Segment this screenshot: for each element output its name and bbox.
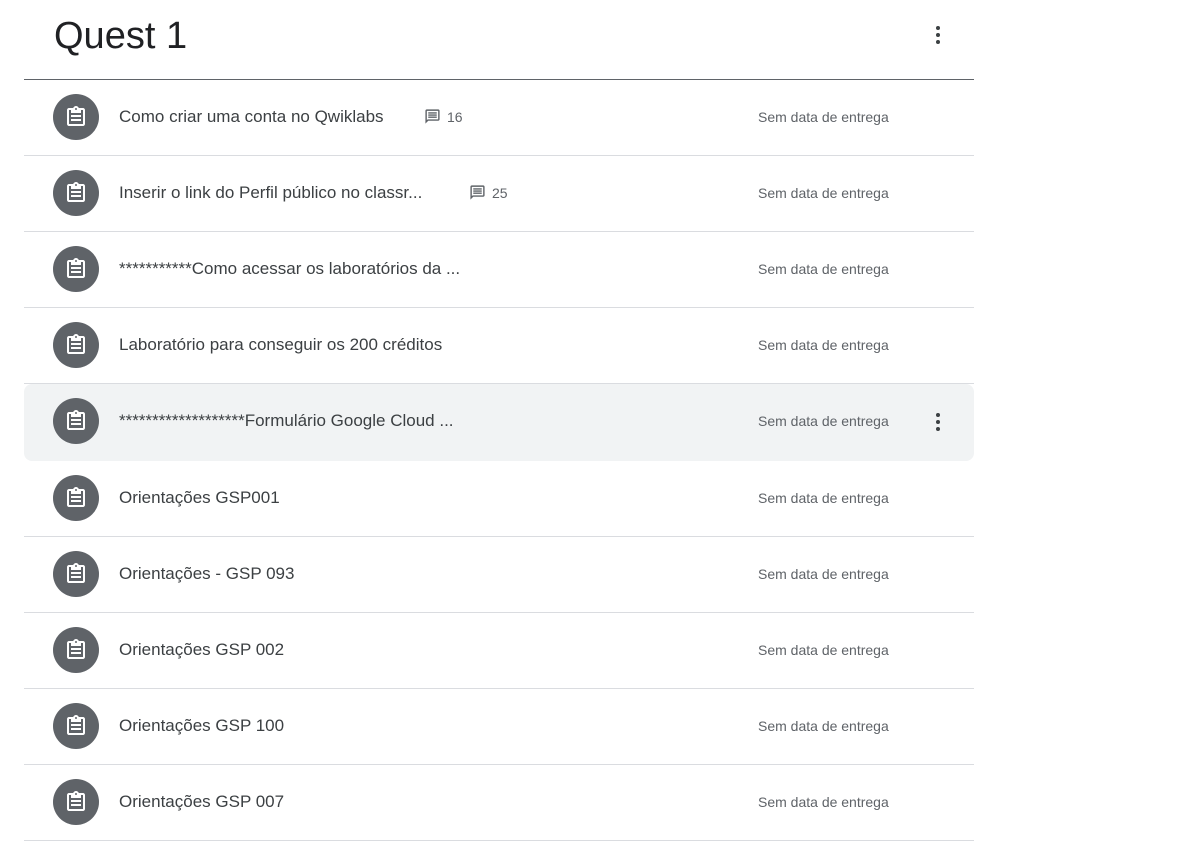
list-item[interactable]: Orientações GSP001 Sem data de entrega [24,461,974,537]
list-item[interactable]: Orientações - GSP 093 Sem data de entreg… [24,537,974,613]
assignment-icon [53,475,99,521]
due-date: Sem data de entrega [758,413,889,429]
list-item[interactable]: Laboratório para conseguir os 200 crédit… [24,308,974,384]
comment-count: 25 [469,184,508,201]
assignment-icon [53,703,99,749]
assignment-icon [53,94,99,140]
due-date: Sem data de entrega [758,490,889,506]
assignment-icon [53,170,99,216]
due-date: Sem data de entrega [758,337,889,353]
comment-icon [470,185,485,200]
item-title[interactable]: Laboratório para conseguir os 200 crédit… [119,334,442,356]
due-date: Sem data de entrega [758,185,889,201]
more-vert-icon[interactable] [926,410,950,434]
item-title[interactable]: Orientações GSP 002 [119,639,284,661]
topic-header: Quest 1 [24,0,974,80]
comment-count: 16 [424,108,463,125]
assignment-icon [53,551,99,597]
comment-icon [425,109,440,124]
topic-title: Quest 1 [54,15,188,57]
comment-count-label: 25 [492,184,508,201]
list-item[interactable]: Orientações GSP 002 Sem data de entrega [24,613,974,689]
list-item[interactable]: Inserir o link do Perfil público no clas… [24,156,974,232]
assignment-icon [53,779,99,825]
topic-more-options-icon[interactable] [926,23,950,47]
assignment-icon [53,246,99,292]
due-date: Sem data de entrega [758,109,889,125]
item-title[interactable]: ***********Como acessar os laboratórios … [119,258,460,280]
item-title[interactable]: Orientações GSP 100 [119,715,284,737]
item-title[interactable]: Orientações GSP001 [119,487,280,509]
item-title[interactable]: Orientações GSP 007 [119,791,284,813]
assignment-icon [53,322,99,368]
assignment-icon [53,627,99,673]
item-title[interactable]: Orientações - GSP 093 [119,563,294,585]
comment-count-label: 16 [447,108,463,125]
classwork-list: Como criar uma conta no Qwiklabs 16 Sem … [24,80,974,841]
list-item[interactable]: ***********Como acessar os laboratórios … [24,232,974,308]
due-date: Sem data de entrega [758,566,889,582]
item-title[interactable]: *******************Formulário Google Clo… [119,410,454,432]
item-title[interactable]: Como criar uma conta no Qwiklabs [119,106,384,128]
list-item[interactable]: Orientações GSP 100 Sem data de entrega [24,689,974,765]
due-date: Sem data de entrega [758,261,889,277]
list-item-hovered[interactable]: *******************Formulário Google Clo… [24,384,974,461]
assignment-icon [53,398,99,444]
due-date: Sem data de entrega [758,718,889,734]
item-title[interactable]: Inserir o link do Perfil público no clas… [119,182,422,204]
list-item[interactable]: Como criar uma conta no Qwiklabs 16 Sem … [24,80,974,156]
due-date: Sem data de entrega [758,642,889,658]
topic-section: Quest 1 Como criar uma conta no Qwiklabs… [24,0,974,841]
due-date: Sem data de entrega [758,794,889,810]
list-item[interactable]: Orientações GSP 007 Sem data de entrega [24,765,974,841]
